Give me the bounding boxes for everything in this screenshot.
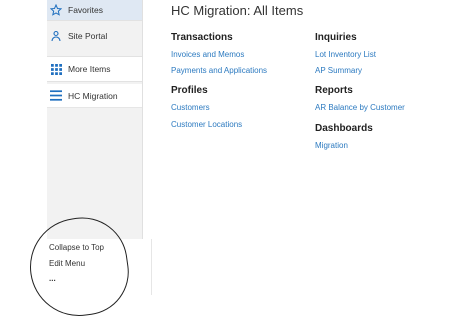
link-customers[interactable]: Customers bbox=[171, 103, 210, 112]
section-heading-reports: Reports bbox=[315, 85, 353, 96]
link-migration-dashboard[interactable]: Migration bbox=[315, 141, 348, 150]
star-icon bbox=[50, 4, 62, 16]
link-lot-inventory-list[interactable]: Lot Inventory List bbox=[315, 50, 376, 59]
section-heading-profiles: Profiles bbox=[171, 85, 208, 96]
section-heading-dashboards: Dashboards bbox=[315, 123, 373, 134]
sidebar-item-label: HC Migration bbox=[68, 90, 118, 101]
section-heading-inquiries: Inquiries bbox=[315, 32, 357, 43]
edit-menu-link[interactable]: Edit Menu bbox=[49, 259, 85, 268]
divider bbox=[47, 20, 142, 21]
link-payments-and-applications[interactable]: Payments and Applications bbox=[171, 66, 267, 75]
sidebar-item-site-portal[interactable]: Site Portal bbox=[47, 24, 142, 48]
sidebar-item-label: Favorites bbox=[68, 5, 103, 15]
list-icon bbox=[50, 90, 62, 102]
link-ar-balance-by-customer[interactable]: AR Balance by Customer bbox=[315, 103, 405, 112]
divider bbox=[47, 81, 142, 82]
link-ap-summary[interactable]: AP Summary bbox=[315, 66, 362, 75]
sidebar-item-label: More Items bbox=[68, 64, 111, 74]
sidebar-item-hc-migration[interactable]: HC Migration bbox=[47, 84, 142, 108]
more-options-button[interactable]: ... bbox=[49, 274, 56, 283]
page-title: HC Migration: All Items bbox=[171, 3, 304, 18]
person-icon bbox=[50, 30, 62, 42]
section-heading-transactions: Transactions bbox=[171, 32, 233, 43]
sidebar-item-more-items[interactable]: More Items bbox=[47, 57, 142, 81]
link-invoices-and-memos[interactable]: Invoices and Memos bbox=[171, 50, 244, 59]
sidebar-item-favorites[interactable]: Favorites bbox=[47, 0, 142, 20]
sidebar-item-label: Site Portal bbox=[68, 31, 108, 41]
collapse-to-top-link[interactable]: Collapse to Top bbox=[49, 243, 104, 252]
link-customer-locations[interactable]: Customer Locations bbox=[171, 120, 242, 129]
sidebar-footer: Collapse to Top Edit Menu ... bbox=[47, 239, 152, 295]
sidebar: Favorites Site Portal More Items HC Migr… bbox=[47, 0, 143, 239]
grid-icon bbox=[50, 63, 62, 75]
